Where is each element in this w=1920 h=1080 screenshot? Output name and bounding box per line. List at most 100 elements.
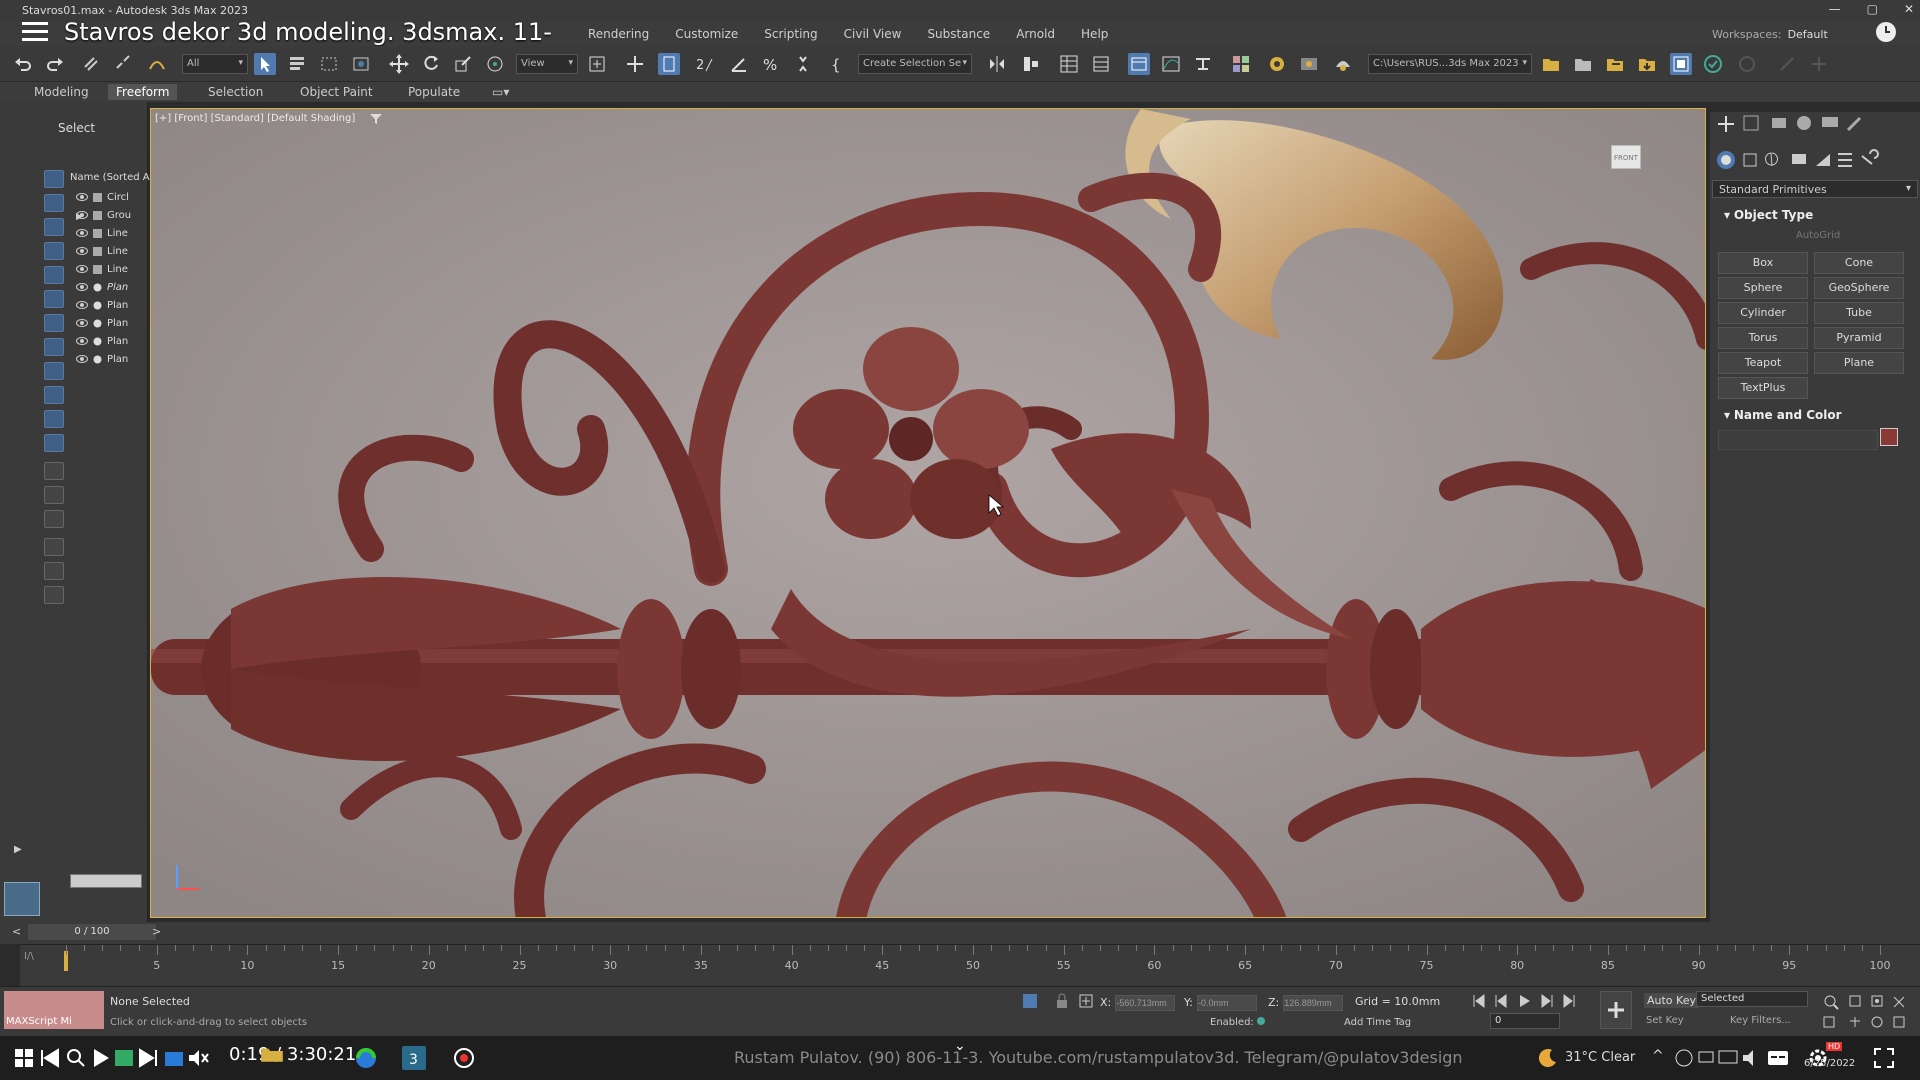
visibility-eye-icon[interactable] bbox=[76, 319, 88, 327]
name-and-color-rollout[interactable]: Name and Color bbox=[1724, 408, 1842, 422]
selection-filter-dropdown[interactable]: All bbox=[182, 54, 248, 74]
tray-app-icon[interactable] bbox=[1672, 1046, 1696, 1070]
explorer-row[interactable]: Line bbox=[76, 242, 128, 260]
file-explorer-icon[interactable] bbox=[162, 1046, 186, 1070]
absolute-mode-icon[interactable] bbox=[1078, 993, 1094, 1009]
display-bones-icon[interactable] bbox=[44, 362, 64, 380]
material-editor-icon[interactable] bbox=[1230, 53, 1252, 75]
z-coordinate-field[interactable] bbox=[1283, 995, 1344, 1011]
windows-start-icon[interactable] bbox=[12, 1046, 36, 1070]
key-filters-button[interactable]: Key Filters... bbox=[1730, 1015, 1791, 1026]
viewport-navigation-controls[interactable] bbox=[1820, 993, 1916, 1031]
keyboard-shortcut-toggle-icon[interactable] bbox=[658, 53, 680, 75]
unlink-icon[interactable] bbox=[112, 53, 134, 75]
link-icon[interactable] bbox=[80, 53, 102, 75]
track-bar[interactable]: I/\ 5 10 15 20 25 30 35 40 45 50 55 60 65 70 75 80 85 90 9… bbox=[20, 944, 1920, 986]
primitive-category-dropdown[interactable]: Standard Primitives bbox=[1712, 180, 1918, 198]
explorer-row[interactable]: Line bbox=[76, 260, 128, 278]
torus-button[interactable]: Torus bbox=[1718, 327, 1808, 349]
viewcube[interactable]: FRONT bbox=[1611, 145, 1641, 169]
toggle-ribbon-icon[interactable] bbox=[1128, 53, 1150, 75]
rotate-icon[interactable] bbox=[420, 53, 442, 75]
explorer-row[interactable]: Plan bbox=[76, 350, 128, 368]
explorer-column-header[interactable]: Name (Sorted A bbox=[70, 172, 150, 183]
display-groups-icon[interactable] bbox=[44, 314, 64, 332]
mute-icon[interactable] bbox=[186, 1046, 210, 1070]
explorer-row[interactable]: Grou bbox=[76, 206, 131, 224]
menu-scripting[interactable]: Scripting bbox=[764, 27, 817, 41]
menu-customize[interactable]: Customize bbox=[675, 27, 738, 41]
textplus-button[interactable]: TextPlus bbox=[1718, 377, 1808, 399]
menu-help[interactable]: Help bbox=[1081, 27, 1108, 41]
menu-civil-view[interactable]: Civil View bbox=[844, 27, 902, 41]
open-file-icon[interactable] bbox=[1572, 53, 1594, 75]
object-type-rollout[interactable]: Object Type bbox=[1724, 208, 1813, 222]
explorer-row[interactable]: Circl bbox=[76, 188, 129, 206]
search-icon[interactable] bbox=[64, 1046, 88, 1070]
time-slider[interactable]: < 0 / 100 > bbox=[0, 922, 1920, 944]
mirror-icon[interactable] bbox=[986, 53, 1008, 75]
display-none-icon[interactable] bbox=[44, 486, 64, 504]
display-shapes-icon[interactable] bbox=[44, 194, 64, 212]
object-color-swatch[interactable] bbox=[1880, 428, 1898, 446]
render-production-icon[interactable] bbox=[1332, 53, 1354, 75]
explorer-row[interactable]: Plan bbox=[76, 332, 128, 350]
play-icon[interactable] bbox=[88, 1046, 112, 1070]
enabled-indicator-icon[interactable] bbox=[1256, 1017, 1265, 1025]
ribbon-options-icon[interactable]: ▭▾ bbox=[484, 84, 517, 100]
close-button[interactable]: ✕ bbox=[1904, 2, 1914, 16]
explorer-row[interactable]: Plan bbox=[76, 296, 128, 314]
minimize-button[interactable]: — bbox=[1829, 2, 1841, 16]
add-time-tag-button[interactable]: Add Time Tag bbox=[1344, 1017, 1411, 1028]
workspace-selector[interactable]: Workspaces: Default bbox=[1712, 28, 1828, 41]
move-icon[interactable] bbox=[388, 53, 410, 75]
expand-panel-icon[interactable]: ▶ bbox=[14, 844, 22, 855]
rendered-frame-window-icon[interactable] bbox=[1298, 53, 1320, 75]
display-hidden-icon[interactable] bbox=[44, 434, 64, 452]
isolate-selection-icon[interactable] bbox=[1022, 993, 1038, 1009]
time-prev-icon[interactable]: < bbox=[12, 925, 21, 938]
project-folder-dropdown[interactable]: C:\Users\RUS...3ds Max 2023 bbox=[1368, 54, 1532, 74]
set-key-button[interactable]: Set Key bbox=[1646, 1015, 1684, 1026]
display-helpers-icon[interactable] bbox=[44, 266, 64, 284]
tab-modeling[interactable]: Modeling bbox=[26, 84, 97, 100]
edit-named-selection-icon[interactable]: { bbox=[828, 53, 850, 75]
menu-rendering[interactable]: Rendering bbox=[588, 27, 649, 41]
explorer-row[interactable]: Plan bbox=[76, 314, 128, 332]
cylinder-button[interactable]: Cylinder bbox=[1718, 302, 1808, 324]
3dsmax-app-icon[interactable]: 3 bbox=[402, 1046, 426, 1070]
tab-populate[interactable]: Populate bbox=[400, 84, 468, 100]
tube-button[interactable]: Tube bbox=[1814, 302, 1904, 324]
sphere-button[interactable]: Sphere bbox=[1718, 277, 1808, 299]
bind-spacewarp-icon[interactable] bbox=[146, 53, 168, 75]
sync-ok-icon[interactable] bbox=[1702, 53, 1724, 75]
auto-key-button[interactable]: Auto Key bbox=[1644, 993, 1699, 1008]
save-file-icon[interactable] bbox=[1604, 53, 1626, 75]
viewport-label[interactable]: [+] [Front] [Standard] [Default Shading] bbox=[155, 113, 355, 124]
visibility-eye-icon[interactable] bbox=[76, 229, 88, 237]
window-crossing-icon[interactable] bbox=[350, 53, 372, 75]
filter-icon[interactable] bbox=[44, 538, 64, 556]
skip-next-icon[interactable] bbox=[136, 1046, 160, 1070]
skip-previous-icon[interactable] bbox=[38, 1046, 62, 1070]
curve-editor-icon[interactable] bbox=[1160, 53, 1182, 75]
network-icon[interactable] bbox=[1694, 1046, 1718, 1070]
time-next-icon[interactable]: > bbox=[152, 925, 161, 938]
layer-explorer-icon[interactable] bbox=[1090, 53, 1112, 75]
pyramid-button[interactable]: Pyramid bbox=[1814, 327, 1904, 349]
trackbar-menu-icon[interactable]: I/\ bbox=[24, 951, 34, 962]
visibility-eye-icon[interactable] bbox=[76, 193, 88, 201]
maximize-button[interactable]: ▢ bbox=[1867, 2, 1878, 16]
spinner-snap-icon[interactable] bbox=[792, 53, 814, 75]
place-icon[interactable] bbox=[484, 53, 506, 75]
captions-icon[interactable] bbox=[1766, 1046, 1790, 1070]
angle-snap-icon[interactable] bbox=[728, 53, 750, 75]
box-button[interactable]: Box bbox=[1718, 252, 1808, 274]
visibility-eye-icon[interactable] bbox=[76, 247, 88, 255]
visibility-eye-icon[interactable] bbox=[76, 283, 88, 291]
explorer-row[interactable]: Plan bbox=[76, 278, 128, 296]
viewport-filter-icon[interactable] bbox=[369, 113, 383, 125]
pivot-center-icon[interactable] bbox=[586, 53, 608, 75]
named-selection-sets-dropdown[interactable]: Create Selection Se bbox=[858, 54, 972, 74]
display-containers-icon[interactable] bbox=[44, 386, 64, 404]
